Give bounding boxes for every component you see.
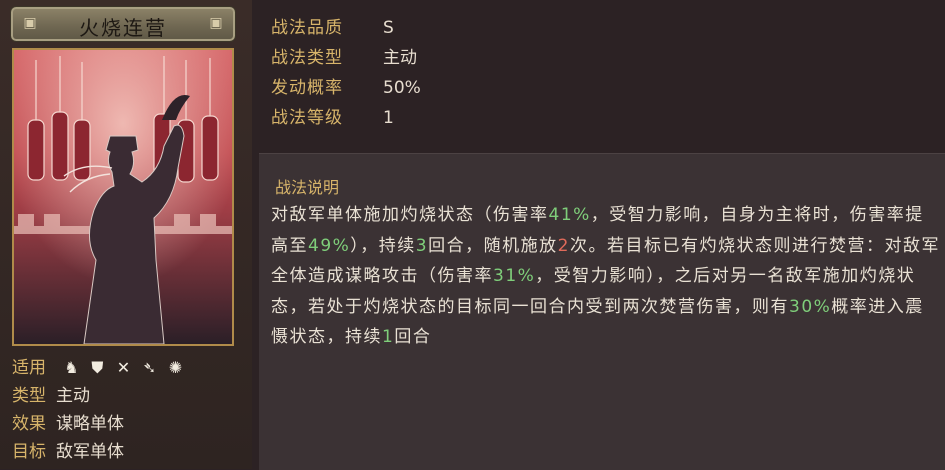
- info-value: 谋略单体: [56, 414, 124, 434]
- cavalry-icon: ♞: [64, 358, 79, 377]
- info-value: 敌军单体: [56, 442, 124, 462]
- description-highlight: 49%: [308, 235, 351, 256]
- stat-value: 1: [383, 108, 394, 128]
- description-segment: 回合，随机施放: [428, 235, 558, 256]
- description-highlight: 41%: [548, 205, 591, 225]
- description-highlight: 3: [415, 235, 429, 256]
- skill-card-panel: ▣ 火烧连营 ▣ 适用 ♞ ⛊ ✕ ➴ ✺ 类型 主动 效果 谋略单体 目标 敌…: [0, 0, 252, 469]
- skill-stats: 战法品质 S 战法类型 主动 发动概率 50% 战法等级 1: [259, 8, 945, 143]
- skill-illustration: [12, 48, 234, 346]
- stat-row: 战法类型 主动: [271, 46, 417, 70]
- stat-row: 战法品质 S: [271, 16, 394, 40]
- stat-label: 战法类型: [271, 48, 343, 68]
- description-highlight: 1: [382, 327, 395, 347]
- stat-label: 战法等级: [271, 108, 343, 128]
- info-target: 目标 敌军单体: [12, 440, 124, 464]
- skill-title-plate: ▣ 火烧连营 ▣: [10, 6, 236, 42]
- bow-icon: ➴: [142, 358, 157, 377]
- info-label: 类型: [12, 386, 46, 406]
- spear-icon: ✕: [116, 358, 131, 377]
- shield-icon: ⛊: [91, 358, 104, 377]
- stat-value: S: [383, 18, 394, 38]
- info-label: 效果: [12, 414, 46, 434]
- skill-description-panel: 战法说明 对敌军单体施加灼烧状态（伤害率41%，受智力影响，自身为主将时，伤害率…: [259, 153, 945, 470]
- weapon-icons: ♞ ⛊ ✕ ➴ ✺: [61, 358, 185, 378]
- stat-row: 战法等级 1: [271, 106, 394, 130]
- info-value: 主动: [56, 386, 90, 406]
- info-label: 适用: [12, 358, 46, 378]
- description-segment: 回合: [394, 327, 432, 347]
- info-effect: 效果 谋略单体: [12, 412, 124, 436]
- description-highlight: 31%: [493, 266, 536, 286]
- info-type: 类型 主动: [12, 384, 90, 408]
- wheel-icon: ✺: [168, 358, 183, 377]
- stat-row: 发动概率 50%: [271, 76, 421, 100]
- stat-label: 发动概率: [271, 78, 343, 98]
- info-label: 目标: [12, 442, 46, 462]
- skill-name: 火烧连营: [79, 16, 167, 40]
- stat-value: 主动: [383, 48, 417, 68]
- stat-label: 战法品质: [271, 18, 343, 38]
- ornament-icon: ▣: [209, 15, 223, 31]
- description-highlight: 2: [557, 235, 570, 256]
- description-segment: ），持续: [350, 235, 416, 256]
- description-title: 战法说明: [275, 178, 340, 197]
- description-text: 对敌军单体施加灼烧状态（伤害率41%，受智力影响，自身为主将时，伤害率提高至49…: [271, 200, 941, 353]
- stat-value: 50%: [383, 78, 421, 98]
- description-highlight: 30%: [789, 296, 832, 317]
- description-segment: 对敌军单体施加灼烧状态（伤害率: [271, 205, 549, 225]
- info-apply: 适用 ♞ ⛊ ✕ ➴ ✺: [12, 356, 185, 380]
